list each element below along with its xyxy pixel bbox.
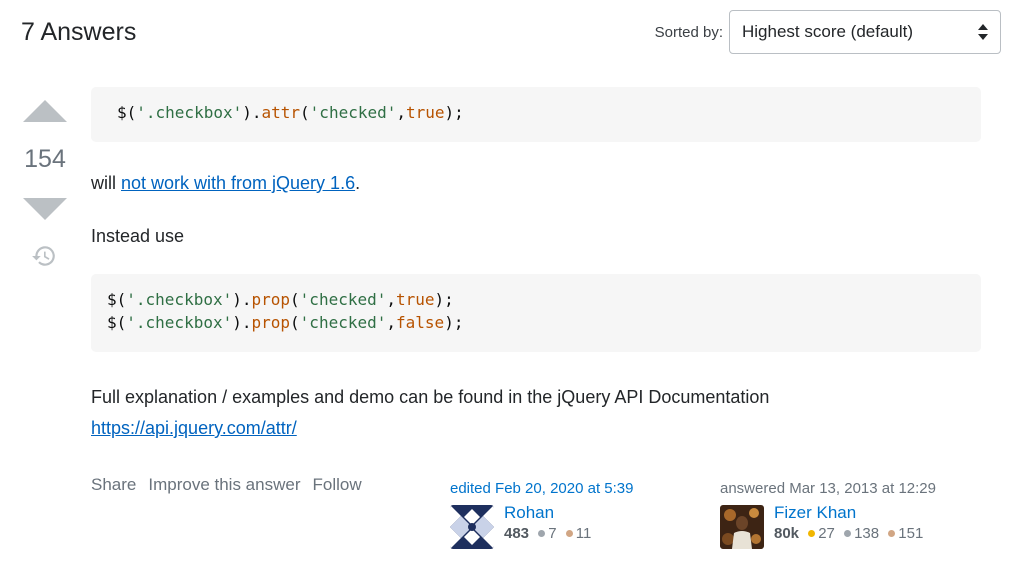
- code-token: false: [396, 313, 445, 332]
- code-token: (: [300, 103, 310, 122]
- code-token: ,: [386, 290, 397, 309]
- code-line: $('.checkbox').attr('checked',true);: [117, 103, 464, 122]
- code-token: true: [406, 103, 445, 122]
- bronze-badge-icon: [565, 530, 573, 538]
- jquery-api-link[interactable]: https://api.jquery.com/attr/: [91, 418, 297, 438]
- silver-badge-icon: [538, 530, 546, 538]
- para1-suffix: .: [355, 173, 361, 193]
- jquery-16-link[interactable]: not work with from jQuery 1.6: [121, 173, 355, 193]
- reputation-score: 80k: [774, 525, 800, 542]
- code-token: '.checkbox': [126, 313, 233, 332]
- post-paragraph-3: Full explanation / examples and demo can…: [91, 382, 769, 444]
- gold-badge-icon: [808, 530, 816, 538]
- code-token: ).: [232, 313, 252, 332]
- post-menu: Share Improve this answer Follow: [91, 475, 362, 495]
- sort-label: Sorted by:: [654, 23, 723, 41]
- code-token: true: [396, 290, 435, 309]
- code-token: $(: [117, 103, 137, 122]
- post-paragraph-1: will not work with from jQuery 1.6.: [91, 173, 360, 194]
- avatar[interactable]: [720, 505, 764, 549]
- code-token: prop: [251, 313, 291, 332]
- improve-answer-link[interactable]: Improve this answer: [148, 475, 300, 495]
- sort-select-value: Highest score (default): [742, 22, 914, 41]
- code-token: $(: [107, 313, 127, 332]
- gold-badge-count: 27: [818, 525, 835, 542]
- editor-signature: edited Feb 20, 2020 at 5:39 Rohan 483 7 …: [450, 480, 633, 549]
- answerer-details: Fizer Khan 80k 27 138 151: [774, 503, 923, 549]
- history-icon[interactable]: [31, 243, 57, 269]
- sort-arrows-icon: [978, 24, 988, 40]
- edited-timestamp[interactable]: edited Feb 20, 2020 at 5:39: [450, 480, 633, 497]
- code-token: prop: [251, 290, 291, 309]
- answers-header: 7 Answers Sorted by: Highest score (defa…: [21, 10, 1001, 56]
- code-token: );: [434, 290, 454, 309]
- vote-count: 154: [24, 145, 66, 173]
- code-token: '.checkbox': [136, 103, 243, 122]
- sort-control: Sorted by: Highest score (default): [655, 10, 1001, 54]
- answerer-name[interactable]: Fizer Khan: [774, 503, 923, 523]
- bronze-badge-count: 11: [575, 525, 592, 542]
- code-token: ).: [242, 103, 262, 122]
- vote-down-icon[interactable]: [23, 198, 67, 220]
- editor-name[interactable]: Rohan: [504, 503, 591, 523]
- silver-badge-icon: [844, 530, 852, 538]
- code-token: 'checked': [299, 290, 387, 309]
- bronze-badge-icon: [888, 530, 896, 538]
- code-line: $('.checkbox').prop('checked',true);: [107, 290, 454, 309]
- reputation-score: 483: [504, 525, 530, 542]
- code-token: 'checked': [309, 103, 397, 122]
- sort-select[interactable]: Highest score (default): [729, 10, 1001, 54]
- post-paragraph-2: Instead use: [91, 226, 185, 246]
- code-token: $(: [107, 290, 127, 309]
- code-token: ).: [232, 290, 252, 309]
- code-token: 'checked': [299, 313, 387, 332]
- answers-count: 7 Answers: [21, 18, 137, 46]
- editor-reputation: 483 7 11: [504, 525, 591, 542]
- code-token: );: [444, 103, 464, 122]
- para3-text: Full explanation / examples and demo can…: [91, 387, 770, 407]
- answer-post: $('.checkbox').attr('checked',true); wil…: [91, 87, 981, 438]
- code-token: (: [290, 290, 300, 309]
- answered-timestamp: answered Mar 13, 2013 at 12:29: [720, 480, 936, 497]
- silver-badge-count: 138: [854, 525, 880, 542]
- code-token: attr: [261, 103, 301, 122]
- code-line: $('.checkbox').prop('checked',false);: [107, 313, 463, 332]
- para1-prefix: will: [91, 173, 121, 193]
- vote-up-icon[interactable]: [23, 100, 67, 122]
- follow-link[interactable]: Follow: [313, 475, 362, 495]
- answerer-reputation: 80k 27 138 151: [774, 525, 923, 542]
- editor-user-card: Rohan 483 7 11: [450, 503, 633, 549]
- bronze-badge-count: 151: [898, 525, 924, 542]
- answerer-user-card: Fizer Khan 80k 27 138 151: [720, 503, 936, 549]
- answerer-signature: answered Mar 13, 2013 at 12:29 Fizer Kha…: [720, 480, 936, 549]
- code-token: (: [290, 313, 300, 332]
- code-token: );: [444, 313, 464, 332]
- avatar[interactable]: [450, 505, 494, 549]
- code-token: '.checkbox': [126, 290, 233, 309]
- silver-badge-count: 7: [548, 525, 557, 542]
- code-block-prop: $('.checkbox').prop('checked',true); $('…: [91, 274, 981, 352]
- code-block-attr: $('.checkbox').attr('checked',true);: [91, 87, 981, 142]
- code-token: ,: [396, 103, 407, 122]
- code-token: ,: [386, 313, 397, 332]
- share-link[interactable]: Share: [91, 475, 136, 495]
- editor-details: Rohan 483 7 11: [504, 503, 591, 549]
